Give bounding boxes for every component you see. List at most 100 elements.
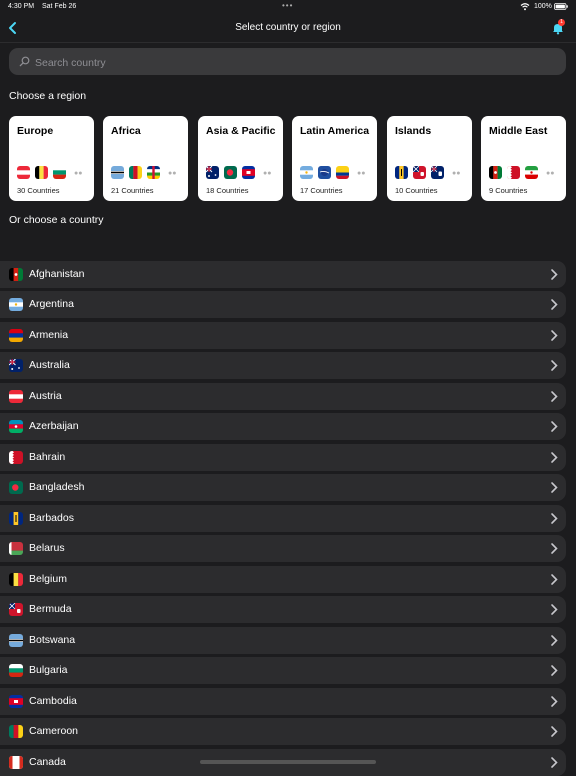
belgium-flag-icon — [9, 573, 23, 586]
botswana-flag-icon — [111, 166, 124, 179]
region-card-islands[interactable]: Islands ●● 10 Countries — [387, 116, 472, 201]
country-row-azerbaijan[interactable]: Azerbaijan — [0, 413, 566, 440]
argentina-flag-icon — [300, 166, 313, 179]
botswana-flag-icon — [9, 634, 23, 647]
country-name: Afghanistan — [29, 268, 85, 280]
region-name: Middle East — [489, 125, 548, 137]
country-name: Cambodia — [29, 695, 77, 707]
country-row-australia[interactable]: Australia — [0, 352, 566, 379]
chevron-right-icon — [551, 543, 558, 554]
search-icon — [19, 56, 30, 67]
region-card-europe[interactable]: Europe ●● 30 Countries — [9, 116, 94, 201]
region-card-africa[interactable]: Africa ●● 21 Countries — [103, 116, 188, 201]
country-row-belgium[interactable]: Belgium — [0, 566, 566, 593]
country-row-afghanistan[interactable]: Afghanistan — [0, 261, 566, 288]
chevron-right-icon — [551, 726, 558, 737]
country-name: Austria — [29, 390, 62, 402]
afghanistan-flag-icon — [9, 268, 23, 281]
page-title: Select country or region — [235, 22, 341, 33]
battery-percent: 100% — [534, 3, 552, 10]
chevron-right-icon — [551, 421, 558, 432]
country-row-bulgaria[interactable]: Bulgaria — [0, 657, 566, 684]
home-indicator[interactable] — [200, 760, 376, 764]
chevron-right-icon — [551, 452, 558, 463]
multitasking-dots-icon[interactable]: ••• — [282, 1, 293, 10]
region-cards: Europe ●● 30 Countries Africa ●● 21 Coun… — [9, 116, 569, 201]
bermuda-flag-icon — [413, 166, 426, 179]
country-row-austria[interactable]: Austria — [0, 383, 566, 410]
country-name: Australia — [29, 359, 70, 371]
region-card-asia-pacific[interactable]: Asia & Pacific ●● 18 Countries — [198, 116, 283, 201]
region-card-latin-america[interactable]: Latin America ●● 17 Countries — [292, 116, 377, 201]
country-name: Bahrain — [29, 451, 66, 463]
chevron-right-icon — [551, 269, 558, 280]
cambodia-flag-icon — [9, 695, 23, 708]
region-count: 30 Countries — [17, 186, 60, 195]
chevron-right-icon — [551, 299, 558, 310]
notifications-button[interactable]: 1 — [551, 19, 565, 35]
notification-badge: 1 — [558, 19, 565, 26]
country-row-cambodia[interactable]: Cambodia — [0, 688, 566, 715]
country-row-bangladesh[interactable]: Bangladesh — [0, 474, 566, 501]
cameroon-flag-icon — [129, 166, 142, 179]
country-name: Azerbaijan — [29, 420, 79, 432]
region-count: 10 Countries — [395, 186, 438, 195]
bulgaria-flag-icon — [9, 664, 23, 677]
country-name: Belarus — [29, 542, 65, 554]
region-count: 18 Countries — [206, 186, 249, 195]
country-row-armenia[interactable]: Armenia — [0, 322, 566, 349]
bahrain-flag-icon — [9, 451, 23, 464]
cameroon-flag-icon — [9, 725, 23, 738]
country-row-barbados[interactable]: Barbados — [0, 505, 566, 532]
country-row-belarus[interactable]: Belarus — [0, 535, 566, 562]
region-count: 17 Countries — [300, 186, 343, 195]
status-bar: 4:30 PM Sat Feb 26 ••• 100% — [0, 0, 576, 14]
chevron-right-icon — [551, 635, 558, 646]
cambodia-flag-icon — [242, 166, 255, 179]
country-name: Cameroon — [29, 725, 79, 737]
bahrain-flag-icon — [507, 166, 520, 179]
austria-flag-icon — [9, 390, 23, 403]
country-row-bermuda[interactable]: Bermuda — [0, 596, 566, 623]
azerbaijan-flag-icon — [9, 420, 23, 433]
battery-icon — [554, 3, 568, 10]
region-card-middle-east[interactable]: Middle East ●● 9 Countries — [481, 116, 566, 201]
country-name: Barbados — [29, 512, 74, 524]
more-dots-icon: ●● — [546, 170, 555, 177]
australia-flag-icon — [9, 359, 23, 372]
nav-bar: Select country or region 1 — [0, 14, 576, 43]
wifi-icon — [520, 3, 530, 11]
region-count: 9 Countries — [489, 186, 528, 195]
belgium-flag-icon — [35, 166, 48, 179]
bermuda-flag-icon — [9, 603, 23, 616]
austria-flag-icon — [17, 166, 30, 179]
country-name: Canada — [29, 756, 66, 768]
country-name: Bangladesh — [29, 481, 85, 493]
brazil-flag-icon — [318, 166, 331, 179]
armenia-flag-icon — [9, 329, 23, 342]
region-name: Asia & Pacific — [206, 125, 276, 137]
chevron-right-icon — [551, 482, 558, 493]
country-name: Armenia — [29, 329, 69, 341]
region-name: Latin America — [300, 125, 370, 137]
iran-flag-icon — [525, 166, 538, 179]
country-name: Argentina — [29, 298, 74, 310]
more-dots-icon: ●● — [168, 170, 177, 177]
status-date: Sat Feb 26 — [42, 3, 77, 10]
country-row-bahrain[interactable]: Bahrain — [0, 444, 566, 471]
argentina-flag-icon — [9, 298, 23, 311]
country-row-cameroon[interactable]: Cameroon — [0, 718, 566, 745]
more-dots-icon: ●● — [452, 170, 461, 177]
chevron-right-icon — [551, 391, 558, 402]
search-input[interactable] — [33, 48, 537, 77]
afghanistan-flag-icon — [489, 166, 502, 179]
colombia-flag-icon — [336, 166, 349, 179]
search-bar — [9, 48, 566, 77]
chevron-right-icon — [551, 574, 558, 585]
chevron-right-icon — [551, 330, 558, 341]
choose-region-label: Choose a region — [9, 90, 87, 102]
country-row-botswana[interactable]: Botswana — [0, 627, 566, 654]
choose-country-label: Or choose a country — [9, 214, 104, 226]
country-row-argentina[interactable]: Argentina — [0, 291, 566, 318]
chevron-right-icon — [551, 696, 558, 707]
